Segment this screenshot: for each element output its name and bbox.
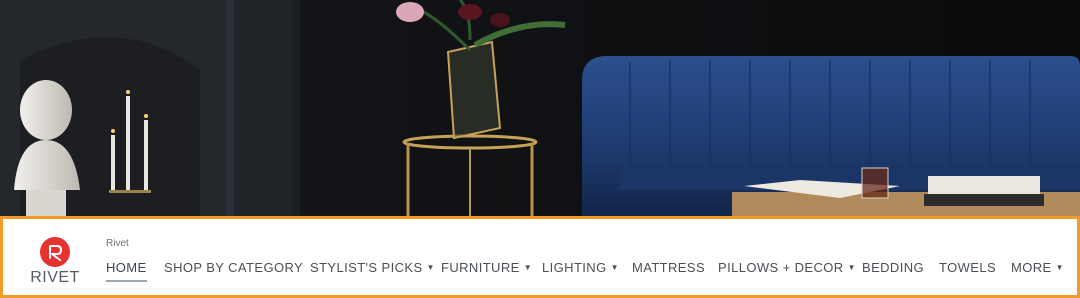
store-name[interactable]: Rivet — [106, 238, 129, 249]
nav-item-label: STYLIST'S PICKS — [310, 260, 423, 275]
nav-item-shop-by-category[interactable]: SHOP BY CATEGORY — [164, 260, 303, 284]
nav-item-mattress[interactable]: MATTRESS — [632, 260, 705, 284]
nav-item-label: TOWELS — [939, 260, 997, 275]
nav-item-home[interactable]: HOME — [106, 260, 147, 284]
caret-down-icon: ▼ — [426, 263, 435, 272]
caret-down-icon: ▼ — [1055, 263, 1064, 272]
caret-down-icon: ▼ — [610, 263, 619, 272]
nav-item-bedding[interactable]: BEDDING — [862, 260, 924, 284]
nav-item-furniture[interactable]: FURNITURE ▼ — [441, 260, 532, 284]
nav-item-towels[interactable]: TOWELS — [939, 260, 996, 284]
brand-logo[interactable]: RIVET — [23, 233, 87, 291]
nav-item-label: BEDDING — [862, 260, 925, 275]
nav-item-lighting[interactable]: LIGHTING ▼ — [542, 260, 619, 284]
store-header-bar: RIVET Rivet HOME SHOP BY CATEGORY STYLIS… — [0, 216, 1080, 298]
nav-item-more[interactable]: MORE ▼ — [1011, 260, 1064, 284]
nav-item-label: HOME — [106, 260, 147, 275]
nav-item-label: LIGHTING — [542, 260, 607, 275]
nav-item-label: MATTRESS — [632, 260, 706, 275]
living-room-scene — [0, 0, 1080, 216]
logo-wordmark: RIVET — [30, 269, 80, 286]
caret-down-icon: ▼ — [523, 263, 533, 272]
nav-item-pillows-decor[interactable]: PILLOWS + DECOR ▼ — [718, 260, 856, 284]
nav-item-label: PILLOWS + DECOR — [718, 260, 844, 275]
nav-item-stylists-picks[interactable]: STYLIST'S PICKS ▼ — [310, 260, 435, 284]
rivet-logo-icon — [40, 237, 70, 267]
caret-down-icon: ▼ — [847, 263, 856, 272]
nav-item-label: MORE — [1011, 260, 1052, 275]
nav-item-label: SHOP BY CATEGORY — [164, 260, 304, 275]
hero-banner-image — [0, 0, 1080, 216]
nav-item-label: FURNITURE — [441, 260, 520, 275]
